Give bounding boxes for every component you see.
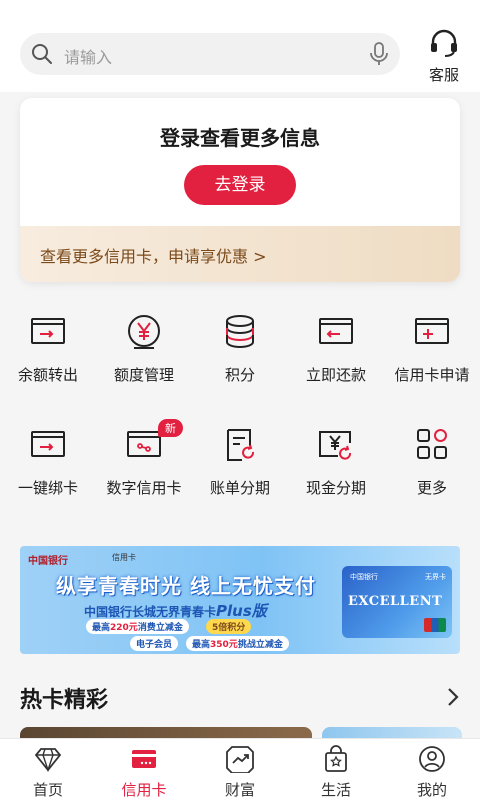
tab-credit-card[interactable]: 信用卡 [96, 739, 192, 800]
banner-chip-member: 电子会员 [130, 636, 179, 651]
bank-logo: 中国银行 [28, 556, 68, 567]
hot-cards-title: 热卡精彩 [20, 688, 109, 713]
service-points[interactable]: 积分 [192, 312, 288, 412]
bottom-tab-bar: 首页 信用卡 财富 生活 我的 [0, 738, 480, 800]
banner-chip-cashback: 最高220元消费立减金 [86, 619, 189, 634]
chip-suffix: 挑战立减金 [237, 640, 283, 650]
service-label: 额度管理 [113, 366, 174, 384]
card-transfer-out-icon [31, 318, 65, 344]
apply-promo-text: 查看更多信用卡，申请享优惠 > [40, 247, 267, 266]
service-grid-row-2: 一键绑卡 新 数字信用卡 账单分期 现金分期 更多 [0, 419, 480, 525]
service-cash-installment[interactable]: 现金分期 [288, 425, 384, 525]
banner-subtitle-plus: Plus版 [216, 602, 267, 620]
customer-service-button[interactable]: 客服 [420, 28, 468, 85]
yen-limit-icon [128, 315, 160, 349]
chip-prefix: 最高 [92, 623, 111, 633]
service-label: 数字信用卡 [106, 479, 182, 497]
login-card-title: 登录查看更多信息 [160, 126, 320, 150]
card-image: 中国银行 无界卡 EXCELLENT [342, 566, 452, 638]
service-label: 立即还款 [305, 366, 366, 384]
credit-card-icon [132, 750, 156, 768]
login-button[interactable]: 去登录 [184, 165, 296, 205]
search-input[interactable]: 请输入 [64, 44, 112, 68]
banner-slogan: 纵享青春时光 线上无忧支付 [56, 574, 316, 598]
banner-subtitle: 中国银行长城无界青春卡Plus版 [84, 600, 267, 621]
banner-subtitle-main: 中国银行长城无界青春卡 [84, 605, 217, 619]
tab-mine[interactable]: 我的 [384, 739, 480, 800]
search-bar[interactable]: 请输入 [20, 33, 400, 75]
tab-label: 首页 [32, 781, 63, 799]
service-label: 信用卡申请 [394, 366, 470, 384]
headset-icon [431, 29, 457, 57]
bill-installment-icon [227, 429, 255, 461]
service-label: 积分 [224, 366, 255, 384]
chip-suffix: 消费立减金 [137, 623, 183, 633]
promo-banner[interactable]: 中国银行 信用卡 纵享青春时光 线上无忧支付 中国银行长城无界青春卡Plus版 … [20, 546, 460, 654]
user-icon [419, 746, 445, 772]
diamond-icon [34, 748, 62, 773]
login-card: 登录查看更多信息 去登录 查看更多信用卡，申请享优惠 > [20, 98, 460, 282]
service-card-apply[interactable]: 信用卡申请 [384, 312, 480, 412]
card-brand: 中国银行 [350, 573, 378, 581]
card-word: EXCELLENT [348, 594, 443, 609]
service-repay-now[interactable]: 立即还款 [288, 312, 384, 412]
tab-home[interactable]: 首页 [0, 739, 96, 800]
banner-chip-challenge: 最高350元挑战立减金 [186, 636, 289, 651]
service-limit-management[interactable]: 额度管理 [96, 312, 192, 412]
banner-chip-points: 5倍积分 [206, 619, 252, 634]
chevron-right-icon[interactable] [444, 686, 462, 708]
service-label: 一键绑卡 [17, 479, 78, 497]
service-grid-row-1: 余额转出 额度管理 积分 立即还款 信用卡申请 [0, 312, 480, 412]
service-bind-card[interactable]: 一键绑卡 [0, 425, 96, 525]
shopping-bag-icon [325, 745, 347, 772]
search-icon [32, 44, 52, 64]
tab-label: 信用卡 [121, 781, 167, 799]
bank-logo-sub: 信用卡 [112, 553, 136, 562]
service-balance-transfer[interactable]: 余额转出 [0, 312, 96, 412]
trend-chart-icon [226, 746, 254, 773]
service-label: 余额转出 [17, 366, 78, 384]
card-name: 无界卡 [425, 573, 446, 581]
service-label: 账单分期 [209, 479, 270, 497]
tab-label: 财富 [224, 781, 255, 799]
top-header: 请输入 客服 [0, 0, 480, 92]
card-bind-icon [31, 431, 65, 457]
service-label: 更多 [416, 479, 447, 497]
cash-installment-icon [319, 431, 352, 460]
microphone-icon[interactable] [368, 41, 390, 67]
new-badge: 新 [158, 419, 183, 437]
grid-more-icon [417, 429, 447, 459]
tab-label: 生活 [320, 781, 351, 799]
tab-wealth[interactable]: 财富 [192, 739, 288, 800]
service-more[interactable]: 更多 [384, 425, 480, 525]
chip-amount: 350元 [210, 640, 238, 650]
service-label: 现金分期 [305, 479, 366, 497]
tab-label: 我的 [416, 781, 447, 799]
chip-amount: 220元 [110, 623, 138, 633]
card-apply-icon [415, 318, 449, 344]
card-repay-icon [319, 318, 353, 344]
unionpay-logo-icon [424, 618, 446, 632]
service-bill-installment[interactable]: 账单分期 [192, 425, 288, 525]
points-coins-icon [226, 315, 254, 348]
customer-service-label: 客服 [428, 66, 459, 84]
service-digital-card[interactable]: 新 数字信用卡 [96, 419, 192, 525]
tab-life[interactable]: 生活 [288, 739, 384, 800]
chip-prefix: 最高 [192, 640, 211, 650]
apply-promo-banner[interactable]: 查看更多信用卡，申请享优惠 > [20, 226, 460, 282]
